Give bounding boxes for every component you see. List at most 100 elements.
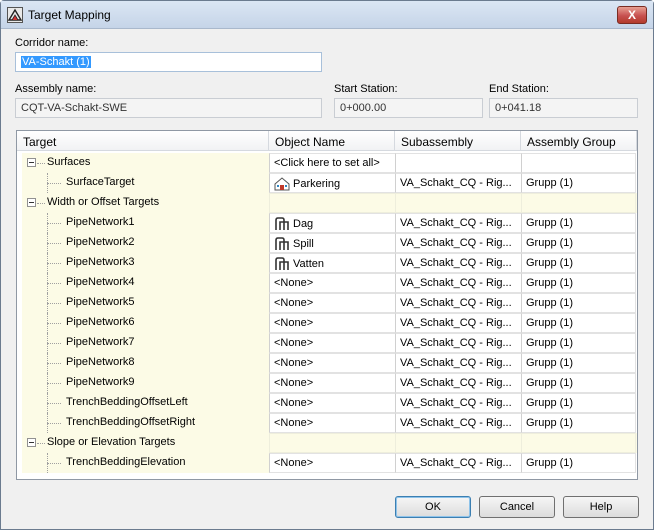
table-row[interactable]: PipeNetwork9 <None> VA_Schakt_CQ - Rig... G…	[22, 373, 637, 393]
object-name-cell[interactable]: <None>	[269, 273, 396, 293]
tree-connector	[47, 363, 61, 364]
pipe-network-icon	[274, 237, 290, 251]
table-row[interactable]: SurfaceTarget Parkering VA_Schakt_CQ - Rig…	[22, 173, 637, 193]
close-icon: X	[627, 8, 636, 22]
tree-connector	[47, 463, 61, 464]
object-name-value: <None>	[274, 397, 314, 409]
table-row[interactable]: PipeNetwork2 Spill VA_Schakt_CQ - Rig... Gr…	[22, 233, 637, 253]
object-name-cell[interactable]: Dag	[269, 213, 396, 233]
assembly-group-cell	[521, 193, 636, 213]
object-name-cell[interactable]: <None>	[269, 393, 396, 413]
target-label: PipeNetwork6	[66, 316, 135, 328]
tree-connector	[47, 243, 61, 244]
help-button[interactable]: Help	[563, 496, 639, 518]
object-name-value: <None>	[274, 297, 314, 309]
assembly-group-cell	[521, 433, 636, 453]
object-name-cell[interactable]: <None>	[269, 353, 396, 373]
close-button[interactable]: X	[617, 6, 647, 24]
target-label: TrenchBeddingOffsetLeft	[66, 396, 188, 408]
assembly-group-cell: Grupp (1)	[521, 293, 636, 313]
target-label: PipeNetwork8	[66, 356, 135, 368]
collapse-icon[interactable]	[27, 198, 36, 207]
subassembly-cell: VA_Schakt_CQ - Rig...	[395, 333, 522, 353]
target-cell: PipeNetwork7	[22, 333, 269, 353]
object-name-cell	[269, 433, 396, 453]
object-name-value: <None>	[274, 337, 314, 349]
end-station-label: End Station:	[489, 83, 549, 95]
object-name-value: <None>	[274, 277, 314, 289]
target-label: PipeNetwork4	[66, 276, 135, 288]
table-row[interactable]: PipeNetwork8 <None> VA_Schakt_CQ - Rig... G…	[22, 353, 637, 373]
object-name-value: Parkering	[293, 177, 341, 190]
tree-connector	[47, 183, 61, 184]
subassembly-cell	[395, 153, 522, 173]
table-row[interactable]: PipeNetwork5 <None> VA_Schakt_CQ - Rig... G…	[22, 293, 637, 313]
object-name-value: <None>	[274, 457, 314, 469]
table-row[interactable]: TrenchBeddingElevation <None> VA_Schakt_CQ…	[22, 453, 637, 473]
column-header-target[interactable]: Target	[17, 131, 269, 151]
subassembly-cell: VA_Schakt_CQ - Rig...	[395, 273, 522, 293]
grid-group-row[interactable]: Surfaces <Click here to set all>	[22, 153, 637, 173]
ok-button[interactable]: OK	[395, 496, 471, 518]
tree-connector	[47, 423, 61, 424]
target-cell: SurfaceTarget	[22, 173, 269, 193]
tree-connector	[47, 283, 61, 284]
tree-connector	[37, 203, 45, 204]
object-name-cell[interactable]: Parkering	[269, 173, 396, 193]
object-name-value: <None>	[274, 417, 314, 429]
target-cell: PipeNetwork3	[22, 253, 269, 273]
assembly-name-field: CQT-VA-Schakt-SWE	[15, 98, 322, 118]
tree-connector	[47, 343, 61, 344]
target-cell: TrenchBeddingOffsetRight	[22, 413, 269, 433]
object-name-cell[interactable]: <None>	[269, 313, 396, 333]
table-row[interactable]: PipeNetwork3 Vatten VA_Schakt_CQ - Rig... G…	[22, 253, 637, 273]
group-label: Surfaces	[47, 156, 91, 168]
table-row[interactable]: TrenchBeddingOffsetLeft <None> VA_Schakt_C…	[22, 393, 637, 413]
object-name-value: <None>	[274, 357, 314, 369]
tree-connector	[37, 163, 45, 164]
table-row[interactable]: PipeNetwork7 <None> VA_Schakt_CQ - Rig... G…	[22, 333, 637, 353]
collapse-icon[interactable]	[27, 158, 36, 167]
tree-connector	[47, 223, 61, 224]
column-header-assembly-group[interactable]: Assembly Group	[521, 131, 637, 151]
target-cell: TrenchBeddingElevation	[22, 453, 269, 473]
pipe-network-icon	[274, 257, 290, 271]
object-name-value: <Click here to set all>	[274, 157, 380, 169]
object-name-cell[interactable]: Spill	[269, 233, 396, 253]
target-label: TrenchBeddingOffsetRight	[66, 416, 196, 428]
table-row[interactable]: PipeNetwork6 <None> VA_Schakt_CQ - Rig... G…	[22, 313, 637, 333]
subassembly-cell	[395, 193, 522, 213]
target-cell: PipeNetwork6	[22, 313, 269, 333]
tree-connector	[47, 303, 61, 304]
target-label: SurfaceTarget	[66, 176, 135, 188]
start-station-field: 0+000.00	[334, 98, 483, 118]
column-header-object-name[interactable]: Object Name	[269, 131, 395, 151]
object-name-cell	[269, 193, 396, 213]
object-name-cell[interactable]: <None>	[269, 373, 396, 393]
target-label: PipeNetwork5	[66, 296, 135, 308]
target-cell: PipeNetwork5	[22, 293, 269, 313]
object-name-cell[interactable]: Vatten	[269, 253, 396, 273]
target-label: PipeNetwork7	[66, 336, 135, 348]
tree-connector	[47, 403, 61, 404]
object-name-cell[interactable]: <Click here to set all>	[269, 153, 396, 173]
object-name-cell[interactable]: <None>	[269, 333, 396, 353]
object-name-cell[interactable]: <None>	[269, 453, 396, 473]
column-header-subassembly[interactable]: Subassembly	[395, 131, 521, 151]
table-row[interactable]: PipeNetwork4 <None> VA_Schakt_CQ - Rig... G…	[22, 273, 637, 293]
group-label: Width or Offset Targets	[47, 196, 160, 208]
grid-group-row[interactable]: Width or Offset Targets	[22, 193, 637, 213]
object-name-cell[interactable]: <None>	[269, 293, 396, 313]
subassembly-cell: VA_Schakt_CQ - Rig...	[395, 213, 522, 233]
object-name-cell[interactable]: <None>	[269, 413, 396, 433]
grid-group-row[interactable]: Slope or Elevation Targets	[22, 433, 637, 453]
target-cell: PipeNetwork1	[22, 213, 269, 233]
cancel-button[interactable]: Cancel	[479, 496, 555, 518]
corridor-name-field[interactable]: VA-Schakt (1)	[15, 52, 322, 72]
collapse-icon[interactable]	[27, 438, 36, 447]
subassembly-cell: VA_Schakt_CQ - Rig...	[395, 353, 522, 373]
assembly-group-cell: Grupp (1)	[521, 313, 636, 333]
table-row[interactable]: TrenchBeddingOffsetRight <None> VA_Schakt_…	[22, 413, 637, 433]
target-cell: PipeNetwork8	[22, 353, 269, 373]
table-row[interactable]: PipeNetwork1 Dag VA_Schakt_CQ - Rig... Grup…	[22, 213, 637, 233]
